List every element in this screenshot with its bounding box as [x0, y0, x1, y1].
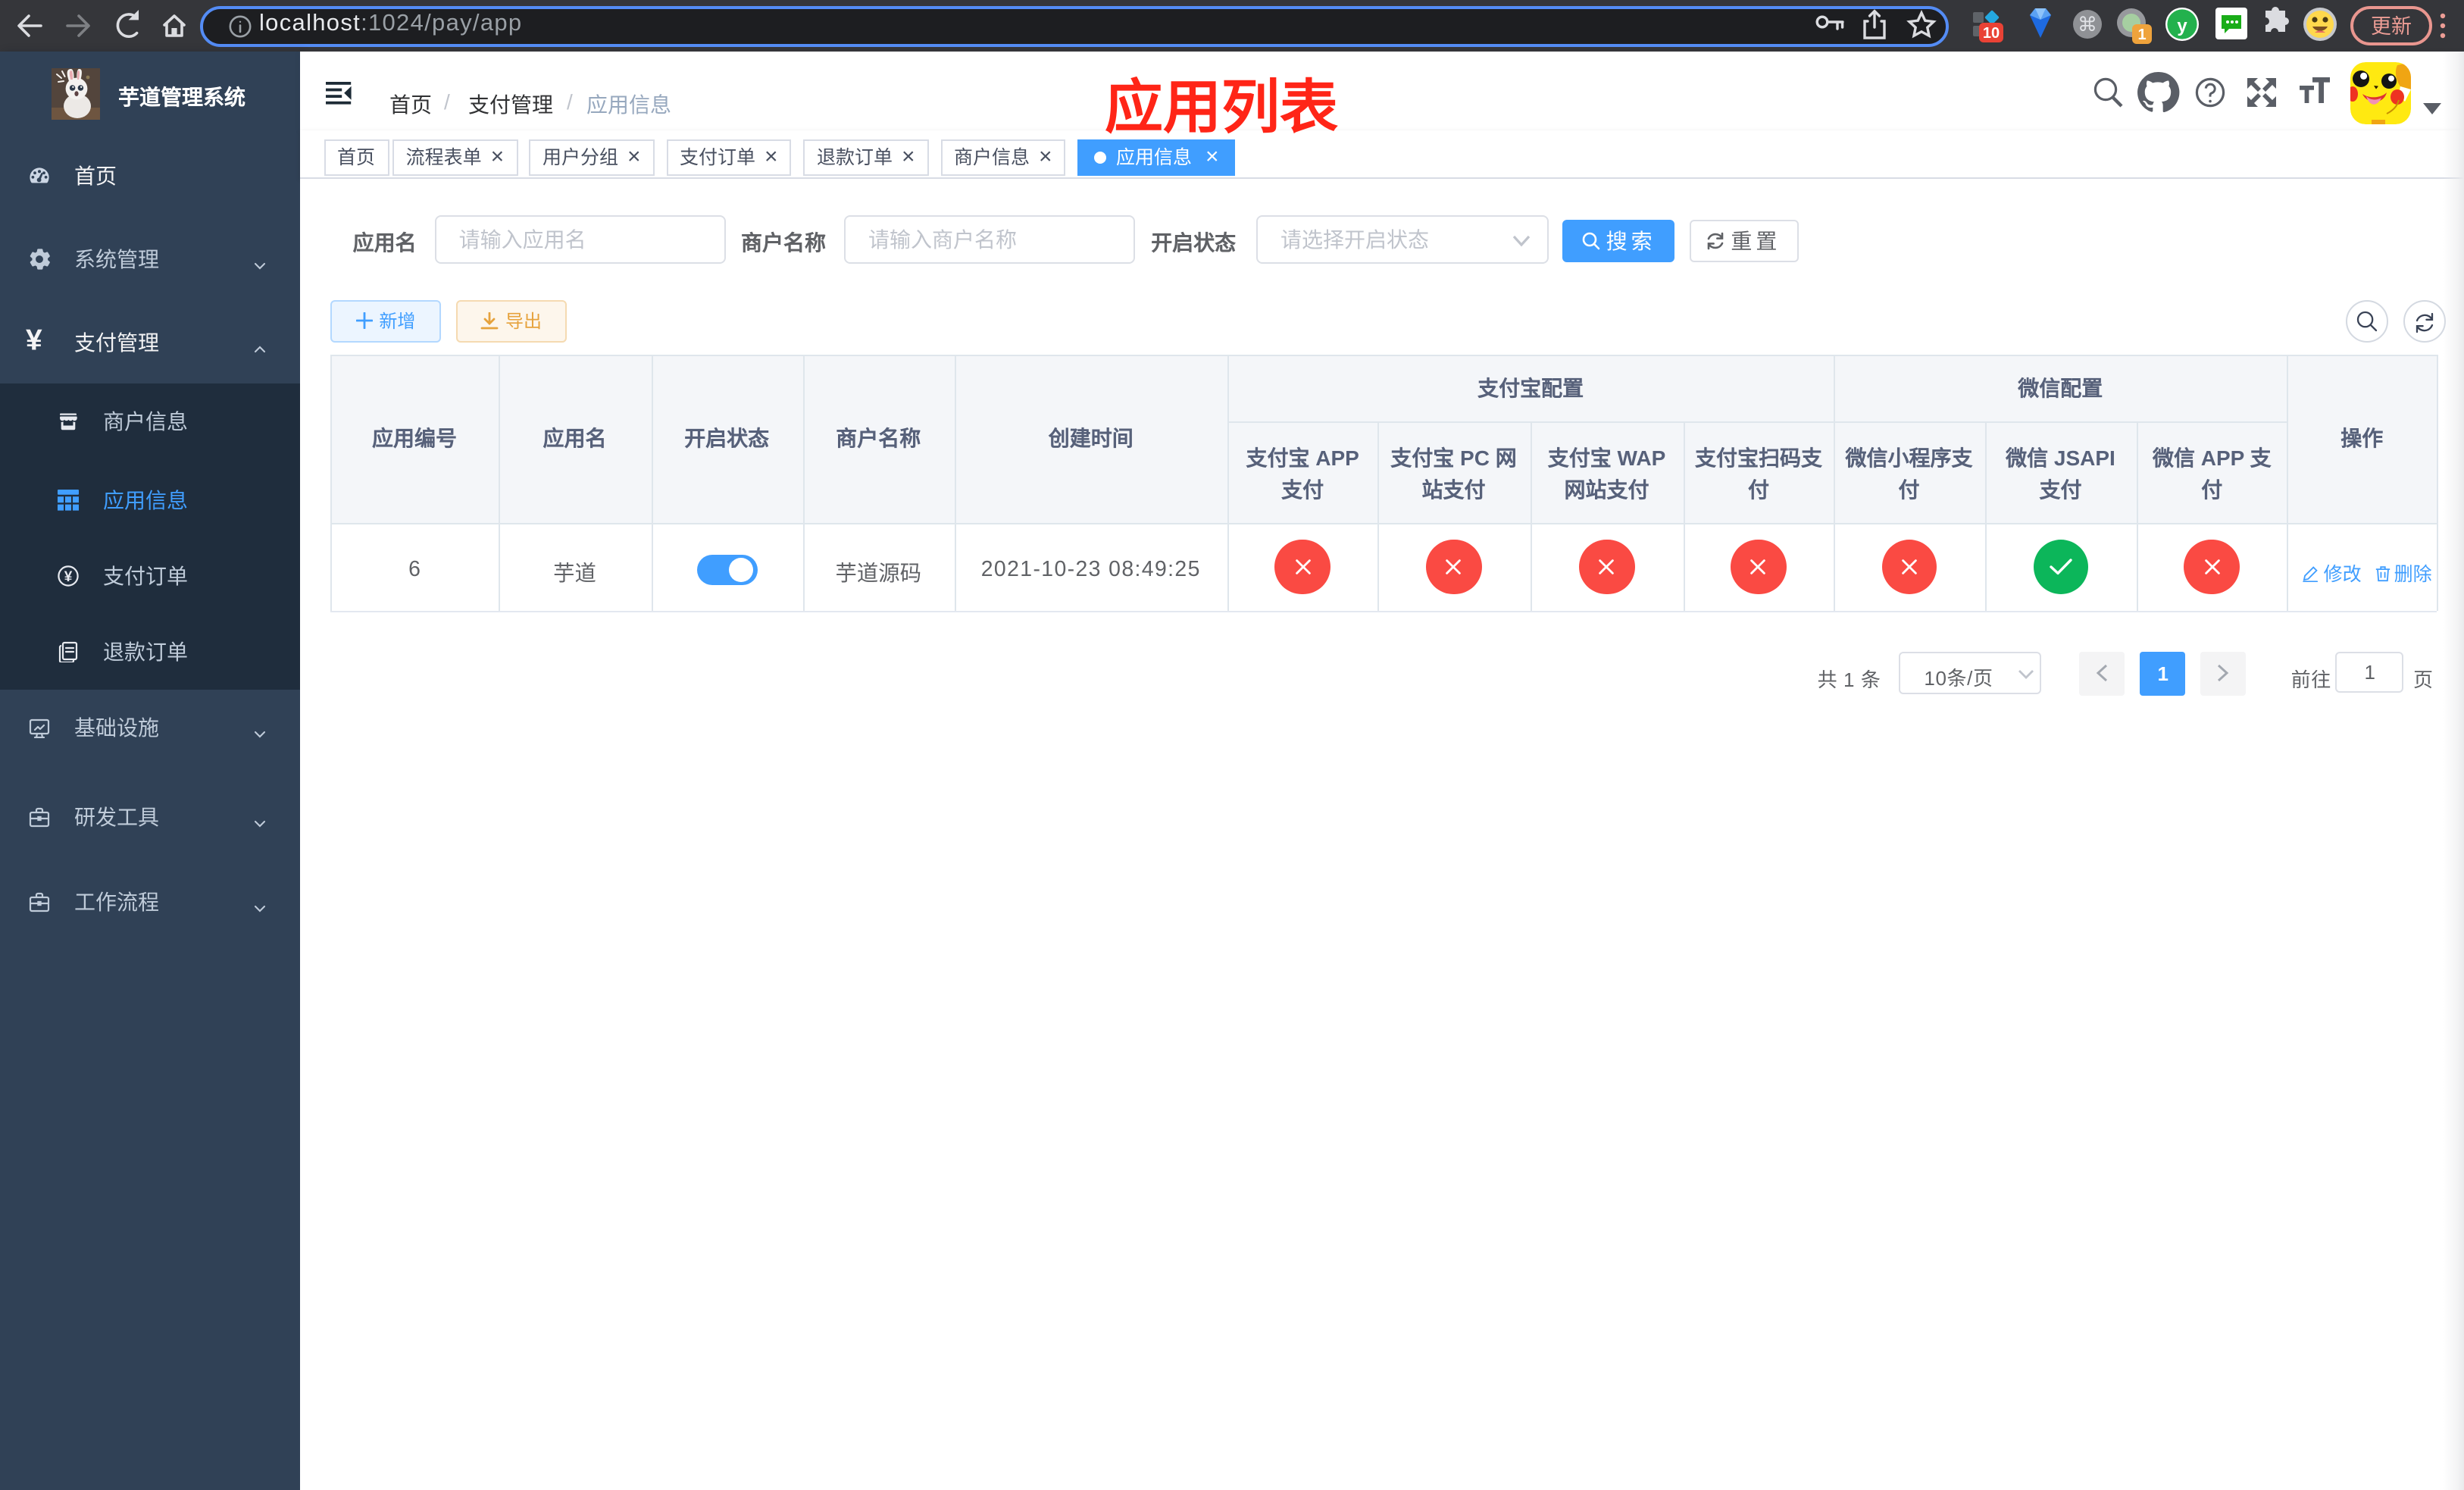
svg-text:⌘: ⌘: [2078, 13, 2097, 36]
svg-text:¥: ¥: [64, 569, 73, 585]
svg-text:10: 10: [1983, 25, 2000, 42]
svg-text:y: y: [2177, 16, 2187, 36]
svg-text:1: 1: [2137, 27, 2146, 43]
